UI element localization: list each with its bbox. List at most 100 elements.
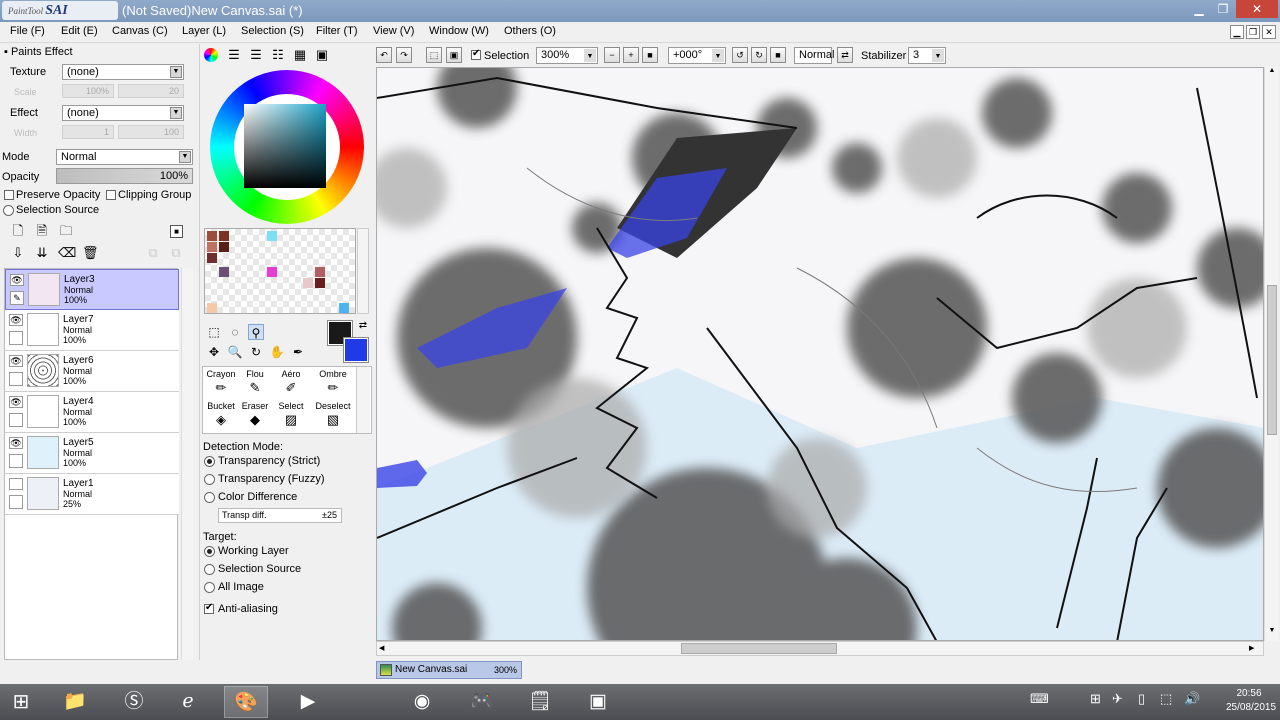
rotate-right-button[interactable]: ↻: [751, 47, 767, 63]
eye-icon[interactable]: 👁: [10, 274, 24, 286]
notepad-icon[interactable]: 🗒: [518, 686, 562, 718]
lasso-icon[interactable]: ◌: [227, 324, 243, 340]
zoom-select[interactable]: 300% ▼: [536, 47, 598, 64]
tool-crayon[interactable]: Crayon ✏: [203, 369, 239, 399]
eye-icon[interactable]: 👁: [9, 355, 23, 367]
transp-diff-slider[interactable]: Transp diff. ±25: [218, 508, 342, 523]
minimize-button[interactable]: ▁: [1188, 0, 1210, 18]
tool-eraser[interactable]: Eraser ◆: [237, 401, 273, 431]
volume-icon[interactable]: 🔊: [1184, 691, 1200, 707]
drawing-canvas[interactable]: [376, 67, 1264, 641]
hsv-slider-tab-icon[interactable]: ☰: [248, 47, 264, 63]
canvas-vertical-scrollbar[interactable]: ▲ ▼: [1264, 67, 1278, 641]
network-icon[interactable]: ⬚: [1160, 691, 1172, 707]
scroll-up-icon[interactable]: ▲: [1267, 67, 1277, 81]
detection-strict-radio[interactable]: [204, 456, 215, 467]
deselect-button[interactable]: ⬚: [426, 47, 442, 63]
width-number[interactable]: 100: [118, 125, 184, 139]
new-folder-icon[interactable]: 🗀: [58, 223, 74, 239]
detection-color-diff-radio[interactable]: [204, 492, 215, 503]
pen-icon[interactable]: [9, 331, 23, 345]
airplane-mode-icon[interactable]: ✈: [1112, 691, 1123, 707]
width-slider[interactable]: 1: [62, 125, 114, 139]
swatch[interactable]: [303, 278, 313, 288]
battery-icon[interactable]: ▯: [1138, 691, 1145, 707]
background-color[interactable]: [343, 337, 369, 363]
tool-bucket[interactable]: Bucket ◈: [203, 401, 239, 431]
canvas-horizontal-scrollbar[interactable]: ◀ ▶: [376, 641, 1264, 656]
flip-horizontal-button[interactable]: ⇄: [837, 47, 853, 63]
apply-mask-icon[interactable]: ⧉: [145, 245, 161, 261]
menu-layer[interactable]: Layer (L): [182, 25, 226, 37]
tool-flou[interactable]: Flou ✎: [237, 369, 273, 399]
keyboard-icon[interactable]: ⌨: [1030, 691, 1049, 707]
swap-colors-icon[interactable]: ⇄: [355, 318, 371, 334]
zoom-reset-button[interactable]: ■: [642, 47, 658, 63]
rotation-select[interactable]: +000° ▼: [668, 47, 726, 64]
clipping-group-checkbox[interactable]: [106, 190, 116, 200]
eye-icon[interactable]: 👁: [9, 396, 23, 408]
scale-number[interactable]: 20: [118, 84, 184, 98]
scale-slider[interactable]: 100%: [62, 84, 114, 98]
menu-selection[interactable]: Selection (S): [241, 25, 304, 37]
close-button[interactable]: ✕: [1236, 0, 1278, 18]
new-linework-layer-icon[interactable]: 🗎: [34, 223, 50, 239]
undo-button[interactable]: ↶: [376, 47, 392, 63]
pen-icon[interactable]: ✎: [10, 291, 24, 305]
scroll-right-icon[interactable]: ▶: [1249, 642, 1261, 655]
start-button[interactable]: ⊞: [0, 686, 42, 718]
zoom-icon[interactable]: 🔍: [227, 344, 243, 360]
detection-fuzzy-radio[interactable]: [204, 474, 215, 485]
skype-icon[interactable]: Ⓢ: [112, 686, 156, 718]
swatch[interactable]: [207, 242, 217, 252]
eyedropper-icon[interactable]: ✒: [290, 344, 306, 360]
clear-layer-icon[interactable]: ⌫: [58, 245, 76, 261]
layer-item[interactable]: 👁 ✎ Layer3 Normal 100%: [5, 269, 179, 310]
menu-window[interactable]: Window (W): [429, 25, 489, 37]
menu-edit[interactable]: Edit (E): [61, 25, 98, 37]
swatch-grid[interactable]: [204, 228, 356, 314]
blend-mode-select[interactable]: Normal: [794, 47, 834, 64]
swatch-scrollbar[interactable]: [357, 228, 369, 314]
tool-select[interactable]: Select ▨: [273, 401, 309, 431]
mdi-close-button[interactable]: ✕: [1262, 25, 1276, 39]
document-tab[interactable]: New Canvas.sai 300%: [376, 661, 522, 679]
stabilizer-select[interactable]: 3 ▼: [908, 47, 946, 64]
layer-item[interactable]: Layer1 Normal 25%: [5, 474, 179, 515]
rect-select-icon[interactable]: ⬚: [206, 324, 222, 340]
swatch[interactable]: [219, 242, 229, 252]
swatch[interactable]: [339, 303, 349, 313]
maximize-button[interactable]: ❐: [1212, 0, 1234, 18]
texture-select[interactable]: (none) ▼: [62, 64, 184, 80]
zoom-out-button[interactable]: −: [604, 47, 620, 63]
internet-explorer-icon[interactable]: ℯ: [166, 686, 210, 718]
color-wheel[interactable]: [210, 70, 364, 224]
rotate-reset-button[interactable]: ■: [770, 47, 786, 63]
swatch[interactable]: [267, 231, 277, 241]
selection-source-radio[interactable]: [3, 205, 14, 216]
horizontal-scroll-thumb[interactable]: [681, 643, 837, 654]
layer-item[interactable]: 👁 Layer4 Normal 100%: [5, 392, 179, 433]
swatch[interactable]: [207, 231, 217, 241]
target-selection-source-radio[interactable]: [204, 564, 215, 575]
media-player-icon[interactable]: ▶: [286, 686, 330, 718]
effect-select[interactable]: (none) ▼: [62, 105, 184, 121]
tool-aero[interactable]: Aéro ✐: [273, 369, 309, 399]
painttool-sai-icon[interactable]: 🎨: [224, 686, 268, 718]
opacity-slider[interactable]: 100%: [56, 168, 193, 184]
mixer-tab-icon[interactable]: ☷: [270, 47, 286, 63]
windows-flag-icon[interactable]: ⊞: [1090, 691, 1101, 707]
menu-canvas[interactable]: Canvas (C): [112, 25, 168, 37]
move-icon[interactable]: ✥: [206, 344, 222, 360]
new-layer-icon[interactable]: 🗋: [10, 223, 26, 239]
tool-grid-scrollbar[interactable]: [356, 367, 370, 433]
menu-view[interactable]: View (V): [373, 25, 414, 37]
swatch[interactable]: [219, 231, 229, 241]
scroll-left-icon[interactable]: ◀: [379, 642, 391, 655]
mode-select[interactable]: Normal ▼: [56, 149, 193, 165]
eye-icon[interactable]: 👁: [9, 437, 23, 449]
clock[interactable]: 20:56 25/08/2015: [1226, 687, 1276, 715]
transfer-down-icon[interactable]: ⇩: [10, 245, 26, 261]
pen-icon[interactable]: [9, 454, 23, 468]
swatch[interactable]: [315, 278, 325, 288]
